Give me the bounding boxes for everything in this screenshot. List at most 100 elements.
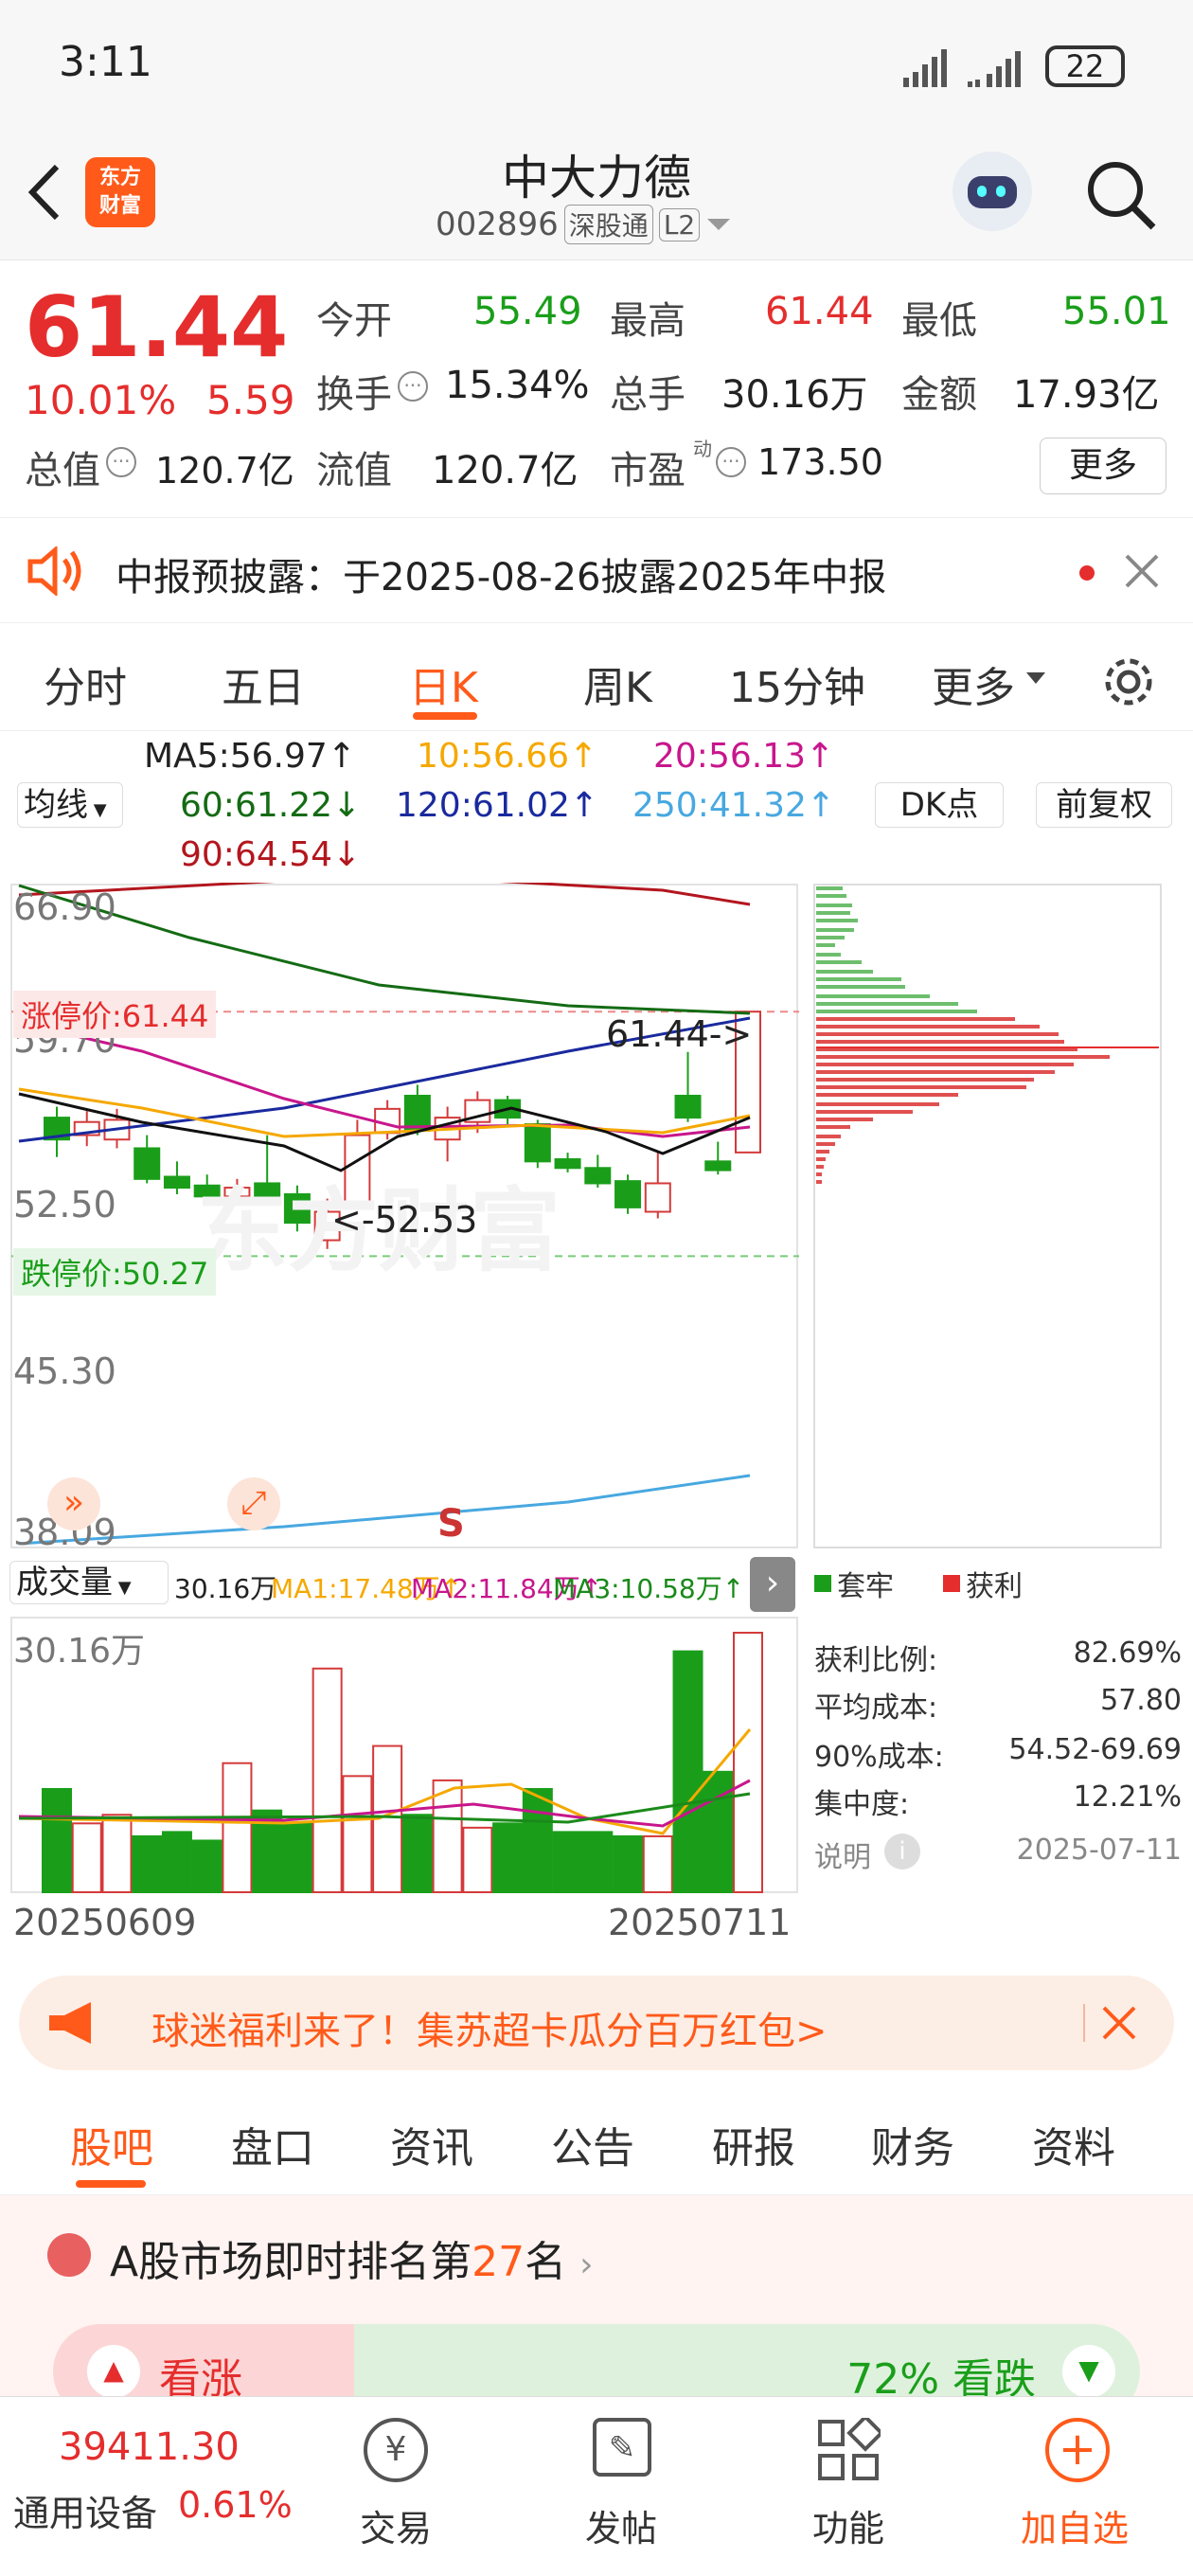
tab-zixun[interactable]: 资讯 bbox=[390, 2114, 473, 2174]
trade-icon[interactable]: ¥ bbox=[364, 2418, 428, 2482]
tab-15min[interactable]: 15分钟 bbox=[729, 653, 865, 714]
chip-bar bbox=[816, 1002, 958, 1006]
high-price-label: 61.44-> bbox=[606, 1013, 753, 1055]
pe-sup: 动 bbox=[693, 438, 712, 460]
edit-icon[interactable]: ✎ bbox=[593, 2418, 651, 2477]
tab-pankou[interactable]: 盘口 bbox=[231, 2114, 314, 2174]
info-icon[interactable]: ··· bbox=[106, 447, 136, 477]
chip-value: 57.80 bbox=[1100, 1684, 1182, 1717]
nav-post-label[interactable]: 发帖 bbox=[585, 2499, 657, 2551]
nav-add-watch-label[interactable]: 加自选 bbox=[1021, 2499, 1129, 2551]
chip-bar bbox=[816, 994, 930, 998]
tab-guba[interactable]: 股吧 bbox=[70, 2114, 153, 2174]
dk-button[interactable]: DK点 bbox=[875, 782, 1004, 828]
index-value[interactable]: 39411.30 bbox=[59, 2425, 240, 2469]
date-end: 20250711 bbox=[608, 1902, 792, 1943]
caret-down-icon bbox=[1026, 672, 1045, 684]
tab-caiwu[interactable]: 财务 bbox=[871, 2114, 954, 2174]
close-icon[interactable] bbox=[1125, 554, 1159, 588]
stock-code-row[interactable]: 002896 深股通 L2 bbox=[436, 205, 732, 244]
float-value: 120.7亿 bbox=[432, 449, 579, 492]
rank-prefix: A股市场即时排名第 bbox=[110, 2238, 472, 2286]
volume-bar bbox=[401, 1814, 433, 1893]
change-value: 5.59 bbox=[206, 377, 295, 423]
status-bar: 3:11 22 bbox=[0, 0, 1193, 133]
adjust-button[interactable]: 前复权 bbox=[1036, 782, 1172, 828]
promo-banner[interactable]: 球迷福利来了！集苏超卡瓜分百万红包> bbox=[19, 1976, 1174, 2070]
chip-bar bbox=[816, 1102, 939, 1106]
chip-bar bbox=[816, 1165, 824, 1169]
tab-gonggao[interactable]: 公告 bbox=[551, 2114, 634, 2174]
notice-text: 中报预披露：于2025-08-26披露2025年中报 bbox=[116, 556, 887, 599]
active-tab-indicator bbox=[413, 712, 477, 720]
chip-bar bbox=[816, 1135, 841, 1138]
notice-bar[interactable]: 中报预披露：于2025-08-26披露2025年中报 bbox=[0, 517, 1193, 623]
candle-body bbox=[524, 1123, 551, 1163]
close-icon[interactable] bbox=[1102, 2006, 1136, 2040]
banner-divider bbox=[1083, 2004, 1085, 2042]
volume-selector[interactable]: 成交量 ▼ bbox=[9, 1561, 169, 1604]
market-tag: 深股通 bbox=[563, 205, 653, 244]
info-icon[interactable]: ··· bbox=[716, 447, 746, 477]
ma60-label: 60:61.22↓ bbox=[180, 786, 362, 825]
chip-bar bbox=[816, 1150, 829, 1154]
chevron-right-icon[interactable]: › bbox=[750, 1557, 795, 1612]
banner-text: 球迷福利来了！集苏超卡瓜分百万红包> bbox=[151, 2010, 828, 2053]
volume-bar bbox=[462, 1826, 493, 1893]
active-lower-tab-indicator bbox=[76, 2180, 146, 2188]
collapse-button[interactable]: » bbox=[47, 1477, 100, 1530]
ma5-label: MA5:56.97↑ bbox=[144, 737, 356, 776]
volume-bar bbox=[582, 1831, 614, 1894]
candle-body bbox=[674, 1094, 702, 1119]
chip-bar bbox=[816, 1172, 822, 1176]
volume-bar bbox=[42, 1787, 72, 1893]
add-icon[interactable]: + bbox=[1045, 2418, 1110, 2482]
more-button[interactable]: 更多 bbox=[1040, 438, 1166, 494]
chip-bar bbox=[816, 886, 843, 890]
chip-label: 集中度: bbox=[814, 1788, 910, 1821]
search-icon[interactable] bbox=[1083, 157, 1159, 233]
level-tag: L2 bbox=[658, 207, 701, 242]
stock-code: 002896 bbox=[436, 206, 559, 243]
chevron-right-icon: › bbox=[579, 2245, 594, 2284]
tab-yanbao[interactable]: 研报 bbox=[712, 2114, 795, 2174]
volume-bar bbox=[312, 1667, 343, 1893]
tab-wuri[interactable]: 五日 bbox=[222, 653, 305, 714]
chip-bar bbox=[816, 970, 873, 974]
chip-label: 平均成本: bbox=[814, 1691, 938, 1725]
tab-more[interactable]: 更多 bbox=[932, 653, 1015, 714]
robot-assistant-icon[interactable] bbox=[953, 152, 1032, 231]
battery-level: 22 bbox=[1065, 48, 1105, 84]
expand-icon[interactable]: ⤢ bbox=[227, 1477, 280, 1530]
battery-icon: 22 bbox=[1045, 45, 1125, 87]
tab-fenshi[interactable]: 分时 bbox=[44, 653, 127, 714]
chip-bar bbox=[816, 943, 835, 947]
info-circle-icon[interactable]: i bbox=[884, 1834, 920, 1869]
chip-note[interactable]: 说明 bbox=[814, 1834, 871, 1875]
volume-value: 30.16万 bbox=[174, 1573, 277, 1604]
ma-selector[interactable]: 均线 ▼ bbox=[17, 782, 123, 828]
field-label-open: 今开 bbox=[316, 299, 392, 343]
low-price-label: <-52.53 bbox=[331, 1199, 478, 1241]
nav-trade-label[interactable]: 交易 bbox=[360, 2499, 432, 2551]
chip-bar bbox=[816, 1085, 1026, 1089]
gear-icon[interactable] bbox=[1098, 652, 1159, 712]
megaphone-icon bbox=[49, 2002, 91, 2044]
chip-bar bbox=[816, 1010, 977, 1013]
grid-icon[interactable] bbox=[816, 2418, 881, 2482]
nav-function-label[interactable]: 功能 bbox=[812, 2499, 884, 2551]
y-tick-label: 52.50 bbox=[13, 1184, 116, 1225]
info-icon[interactable]: ··· bbox=[398, 371, 428, 402]
tab-rik[interactable]: 日K bbox=[409, 653, 478, 714]
chip-bar bbox=[816, 928, 854, 932]
chip-bar bbox=[816, 1118, 873, 1121]
volume-bar bbox=[161, 1831, 192, 1894]
tab-zhouk[interactable]: 周K bbox=[583, 653, 652, 714]
dropdown-icon bbox=[707, 219, 731, 230]
arrow-down-icon: ▼ bbox=[1062, 2345, 1115, 2398]
tab-ziliao[interactable]: 资料 bbox=[1032, 2114, 1115, 2174]
field-label-low: 最低 bbox=[901, 299, 977, 343]
rank-section[interactable]: A股市场即时排名第27名 › ▲ 看涨 72% 看跌 ▼ bbox=[0, 2195, 1193, 2419]
pe-value: 173.50 bbox=[757, 441, 883, 483]
chip-bar bbox=[816, 1070, 1055, 1074]
